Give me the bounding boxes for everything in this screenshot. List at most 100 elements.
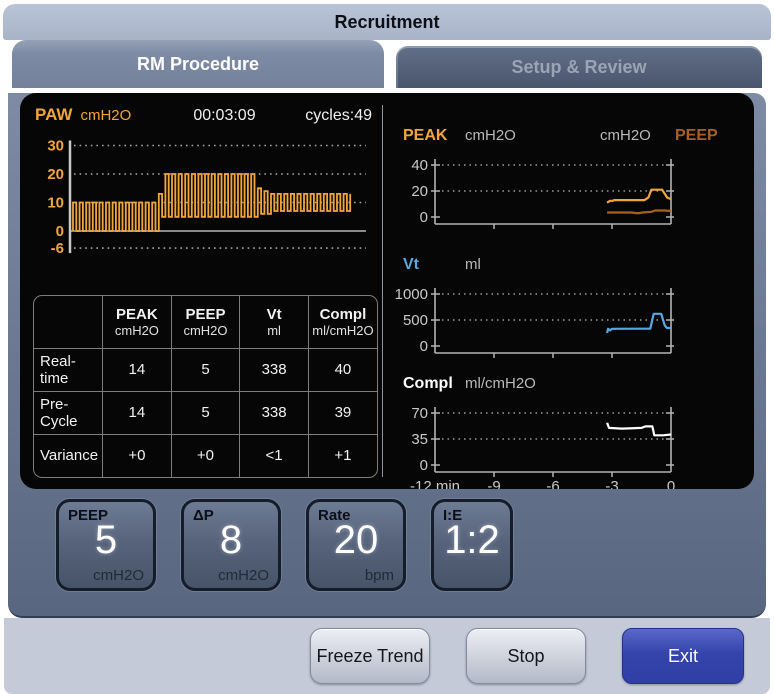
rate-setting-label: Rate [318, 507, 351, 524]
paw-pane: PAW cmH2O 00:03:09 cycles:49 30 20 10 0-6 P… [30, 99, 382, 483]
vt-trend-label: Vt [403, 256, 419, 274]
paw-unit-label: cmH2O [80, 107, 131, 124]
vt-trend-unit: ml [465, 256, 481, 273]
delta-p-setting-button[interactable]: ΔP 8 cmH2O [181, 499, 281, 591]
paw-waveform-header: PAW cmH2O 00:03:09 cycles:49 [30, 105, 382, 127]
trend-ytick-label: 35 [411, 431, 428, 448]
paw-ytick-label: 20 [47, 166, 64, 183]
delta-p-setting-label: ΔP [193, 507, 214, 524]
stop-button[interactable]: Stop [466, 628, 586, 684]
rm-procedure-panel: PAW cmH2O 00:03:09 cycles:49 3020100-6 P… [8, 93, 766, 618]
elapsed-time: 00:03:09 [193, 107, 255, 125]
peep-setting-unit: cmH2O [93, 567, 144, 584]
rate-setting-button[interactable]: Rate 20 bpm [306, 499, 406, 591]
column-header-vt: Vt ml [240, 296, 309, 348]
row-label: Real-time [34, 348, 103, 391]
tab-setup-review-label: Setup & Review [511, 57, 646, 78]
compl-trend-block: Compl ml/cmH2O 70 35 0 -12 min -9 -6 -3 0 [395, 375, 750, 489]
cell-value: 39 [308, 391, 377, 434]
trend-ytick-label: 0 [420, 209, 428, 226]
compl-trend-trace [607, 423, 671, 436]
table-row-variance: Variance +0 +0 <1 +1 [34, 434, 377, 477]
peak-trend-label: PEAK [403, 127, 447, 145]
paw-waveform-trace [73, 174, 350, 231]
cycle-counter: cycles:49 [305, 107, 372, 125]
trend-ytick-label: 20 [411, 183, 428, 200]
vt-trend-svg: 1000 500 0 [395, 278, 747, 358]
trend-pane: PEAK cmH2O cmH2O PEEP 40 20 0 Vt ml 1000 50… [383, 99, 750, 483]
cell-value: <1 [240, 434, 309, 477]
trend-ytick-label: 0 [420, 457, 428, 474]
peep-setting-value: 5 [59, 518, 153, 563]
tab-rm-procedure-label: RM Procedure [137, 54, 259, 75]
trend-xtick-label: -9 [487, 478, 500, 489]
table-row-precycle: Pre-Cycle 14 5 338 39 [34, 391, 377, 434]
trend-ytick-label: 1000 [395, 286, 428, 303]
row-label: Pre-Cycle [34, 391, 103, 434]
exit-button[interactable]: Exit [622, 628, 744, 684]
peep-trend-unit: cmH2O [600, 127, 651, 144]
compl-trend-svg: 70 35 0 -12 min -9 -6 -3 0 [395, 397, 747, 489]
paw-label: PAW [35, 105, 72, 125]
cell-value: 40 [308, 348, 377, 391]
trend-ytick-label: 500 [403, 312, 428, 329]
ie-ratio-setting-button[interactable]: I:E 1:2 [431, 499, 513, 591]
measurements-table: PEAK cmH2O PEEP cmH2O Vt ml [33, 295, 378, 478]
recruitment-window: Recruitment RM Procedure Setup & Review … [0, 0, 774, 692]
trend-ytick-label: 40 [411, 157, 428, 174]
vt-trend-block: Vt ml 1000 500 0 [395, 256, 750, 363]
peep-setting-label: PEEP [68, 507, 108, 524]
peep-trend-trace [607, 211, 671, 214]
peak-peep-trend-block: PEAK cmH2O cmH2O PEEP 40 20 0 [395, 127, 750, 234]
paw-ytick-label: 0 [56, 223, 64, 240]
rate-setting-unit: bpm [365, 567, 394, 584]
cell-value: +0 [171, 434, 240, 477]
row-label: Variance [34, 434, 103, 477]
cell-value: 338 [240, 391, 309, 434]
peep-trend-label: PEEP [675, 127, 718, 145]
tab-bar: RM Procedure Setup & Review [3, 40, 771, 88]
cell-value: 338 [240, 348, 309, 391]
tab-rm-procedure[interactable]: RM Procedure [12, 40, 384, 88]
settings-row: PEEP 5 cmH2O ΔP 8 cmH2O Rate 20 bpm I:E … [8, 489, 766, 591]
cell-value: +0 [103, 434, 172, 477]
column-header-peep: PEEP cmH2O [171, 296, 240, 348]
window-title-bar: Recruitment [3, 4, 771, 40]
paw-waveform-svg: 30 20 10 0-6 [30, 127, 374, 269]
column-header-peak: PEAK cmH2O [103, 296, 172, 348]
delta-p-setting-value: 8 [184, 518, 278, 563]
compl-trend-unit: ml/cmH2O [465, 375, 536, 392]
ie-ratio-setting-value: 1:2 [434, 518, 510, 563]
paw-ytick-label: 30 [47, 138, 64, 155]
trend-xtick-label: -12 min [410, 478, 460, 489]
peep-setting-button[interactable]: PEEP 5 cmH2O [56, 499, 156, 591]
vt-trend-trace [607, 314, 671, 333]
cell-value: 14 [103, 391, 172, 434]
cell-value: 5 [171, 391, 240, 434]
delta-p-setting-unit: cmH2O [218, 567, 269, 584]
peak-trend-unit: cmH2O [465, 127, 516, 144]
rate-setting-value: 20 [309, 518, 403, 563]
paw-ytick-label: 10 [47, 195, 64, 212]
trend-ytick-label: 70 [411, 405, 428, 422]
monitor-display: PAW cmH2O 00:03:09 cycles:49 3020100-6 P… [20, 93, 754, 489]
cell-value: 5 [171, 348, 240, 391]
table-corner-cell [34, 296, 103, 348]
peak-peep-trend-svg: 40 20 0 [395, 149, 747, 229]
compl-trend-label: Compl [403, 375, 453, 393]
trend-xtick-label: 0 [667, 478, 675, 489]
cell-value: 14 [103, 348, 172, 391]
freeze-trend-button[interactable]: Freeze Trend [310, 628, 430, 684]
ie-ratio-setting-label: I:E [443, 507, 462, 524]
table-row-realtime: Real-time 14 5 338 40 [34, 348, 377, 391]
trend-ytick-label: 0 [420, 338, 428, 355]
tab-setup-review[interactable]: Setup & Review [396, 46, 762, 88]
paw-ytick-label: -6 [51, 240, 64, 257]
trend-xtick-label: -3 [605, 478, 618, 489]
bottom-button-bar: Freeze Trend Stop Exit [4, 618, 770, 694]
column-header-compl: Compl ml/cmH2O [308, 296, 377, 348]
peak-trend-trace [607, 190, 671, 203]
page-title: Recruitment [334, 12, 439, 33]
cell-value: +1 [308, 434, 377, 477]
trend-xtick-label: -6 [546, 478, 559, 489]
